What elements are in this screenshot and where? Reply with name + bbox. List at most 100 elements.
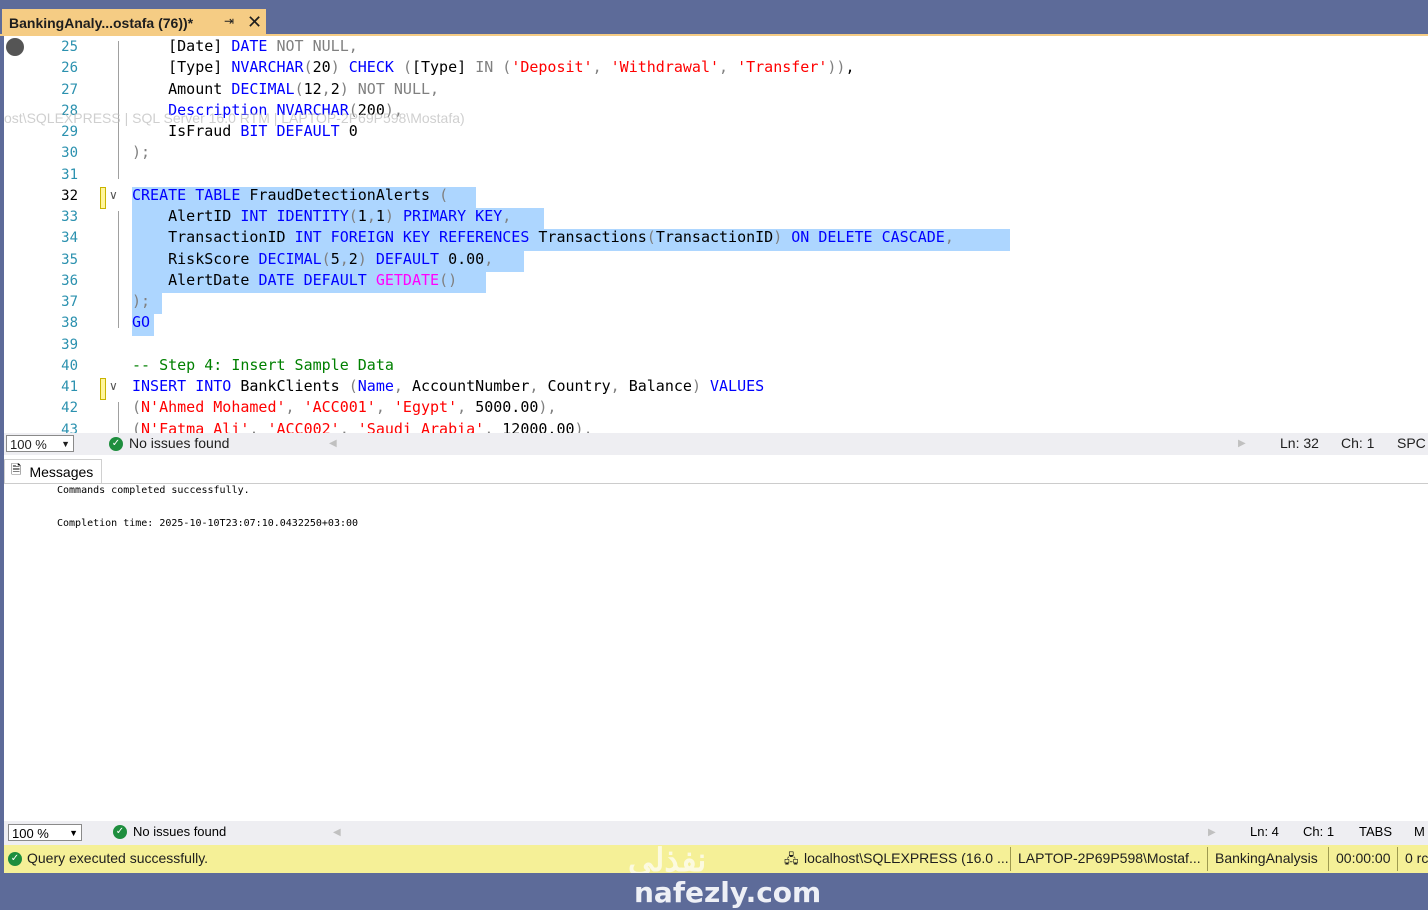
code-token: Balance <box>628 377 692 395</box>
code-token: IN ( <box>475 58 512 77</box>
line-number: 25 <box>61 39 78 55</box>
code-line[interactable]: TransactionID INT FOREIGN KEY REFERENCES… <box>132 228 954 246</box>
database-name: BankingAnalysis <box>1215 850 1318 866</box>
code-token: , <box>249 419 268 434</box>
issues-status[interactable]: No issues found <box>133 824 226 839</box>
user-name: LAPTOP-2P69P598\Mostaf... <box>1018 850 1201 866</box>
code-token: ), <box>574 419 593 434</box>
code-token: ( <box>132 419 142 434</box>
code-line[interactable]: (N'Ahmed Mohamed', 'ACC001', 'Egypt', 50… <box>132 398 556 416</box>
code-token: PRIMARY KEY <box>402 207 503 225</box>
code-token: [Type] <box>132 58 232 77</box>
zoom-select[interactable]: 100 % ▼ <box>8 824 82 841</box>
code-line[interactable]: RiskScore DECIMAL(5,2) DEFAULT 0.00, <box>132 250 493 268</box>
chevron-down-icon: ▼ <box>69 828 78 838</box>
code-token: DATE DEFAULT <box>258 270 376 289</box>
code-token: 'Saudi Arabia' <box>357 419 485 434</box>
scroll-left-icon[interactable]: ◀ <box>329 438 337 449</box>
scroll-right-icon[interactable]: ▶ <box>1208 827 1216 838</box>
line-number: 41 <box>61 379 78 395</box>
code-token: ( <box>646 228 656 247</box>
code-line[interactable]: CREATE TABLE FraudDetectionAlerts ( <box>132 186 448 204</box>
results-status-bar: 100 % ▼ ✓ No issues found ◀ ▶ Ln: 4 Ch: 1… <box>4 821 1428 845</box>
code-line[interactable]: INSERT INTO BankClients (Name, AccountNu… <box>132 377 764 395</box>
brand-watermark: nafezly.com <box>634 876 822 909</box>
code-line[interactable]: ); <box>132 143 150 161</box>
code-token: ( <box>439 185 449 204</box>
code-token: DEFAULT <box>375 249 449 268</box>
fold-chevron-icon[interactable]: ∨ <box>109 379 121 393</box>
document-tab-title: BankingAnaly...ostafa (76))* <box>9 15 194 31</box>
line-number: 43 <box>61 421 78 434</box>
code-token: 'Transfer' <box>737 58 828 77</box>
messages-tab-label: Messages <box>29 464 94 480</box>
code-token: , <box>719 58 738 77</box>
code-token: 'Withdrawal' <box>610 58 720 77</box>
code-token: , <box>457 398 476 417</box>
code-line[interactable]: ); <box>132 292 150 310</box>
code-token: , <box>484 249 494 268</box>
line-number: 37 <box>61 294 78 310</box>
code-token: Transactions <box>538 228 647 247</box>
line-number: 27 <box>61 81 78 98</box>
code-line[interactable]: [Date] DATE NOT NULL, <box>132 37 358 55</box>
code-token: 0.00 <box>448 249 485 268</box>
code-editor[interactable]: 25 [Date] DATE NOT NULL, 26 [Type] NVARCH… <box>4 36 1428 433</box>
code-token: 2 <box>348 249 358 268</box>
code-token: , <box>502 207 512 225</box>
document-tab[interactable]: BankingAnaly...ostafa (76))* ⇥ ✕ <box>2 9 266 35</box>
row-count: 0 rc <box>1405 850 1428 866</box>
code-token: [Type] <box>411 58 476 77</box>
code-token: TransactionID <box>132 228 295 247</box>
zoom-value: 100 % <box>12 826 49 841</box>
code-line[interactable]: AlertID INT IDENTITY(1,1) PRIMARY KEY, <box>132 207 511 225</box>
code-token: NVARCHAR <box>231 58 304 77</box>
code-token: 'Egypt' <box>393 398 458 417</box>
code-line[interactable]: (N'Fatma Ali', 'ACC002', 'Saudi Arabia',… <box>132 420 593 434</box>
breakpoint-icon[interactable] <box>6 38 24 56</box>
code-token: , <box>592 58 611 77</box>
code-token: Amount <box>132 79 232 98</box>
code-token: , <box>393 377 412 395</box>
scroll-left-icon[interactable]: ◀ <box>333 827 341 838</box>
code-token: GO <box>132 313 151 332</box>
code-token: ) <box>691 377 710 395</box>
code-token: , <box>339 419 358 434</box>
change-marker <box>100 378 106 400</box>
code-line[interactable]: AlertDate DATE DEFAULT GETDATE() <box>132 271 457 289</box>
code-token: ) <box>773 228 792 247</box>
code-token: Country <box>547 377 611 395</box>
code-token: 1 <box>375 207 385 225</box>
line-number: 38 <box>61 315 78 332</box>
issues-status[interactable]: No issues found <box>129 435 229 451</box>
fold-chevron-icon[interactable]: ∨ <box>109 188 121 202</box>
messages-tab[interactable]: 🗎 Messages <box>4 459 102 484</box>
code-token: ( <box>294 79 304 98</box>
code-token: ( <box>402 58 412 77</box>
check-circle-icon: ✓ <box>8 852 22 866</box>
code-token: [Date] <box>132 37 232 55</box>
code-token: 5 <box>330 249 340 268</box>
zoom-select[interactable]: 100 % ▼ <box>6 435 74 452</box>
code-token: 20 <box>312 58 331 77</box>
close-icon[interactable]: ✕ <box>247 11 262 33</box>
code-line[interactable]: -- Step 4: Insert Sample Data <box>132 356 394 374</box>
code-token: -- Step 4: Insert Sample Data <box>132 355 394 374</box>
scroll-right-icon[interactable]: ▶ <box>1238 438 1246 449</box>
message-line: Commands completed successfully. <box>57 485 250 496</box>
code-token: AlertID <box>132 207 241 225</box>
code-line[interactable]: Amount DECIMAL(12,2) NOT NULL, <box>132 80 439 98</box>
pin-icon[interactable]: ⇥ <box>224 14 234 28</box>
line-number: 33 <box>61 209 78 225</box>
code-line[interactable]: [Type] NVARCHAR(20) CHECK ([Type] IN ('D… <box>132 58 854 77</box>
fold-guide <box>118 402 119 433</box>
code-token: AccountNumber <box>411 377 530 395</box>
code-token: , <box>321 79 331 98</box>
code-line[interactable]: GO <box>132 313 150 331</box>
code-token: , <box>610 377 629 395</box>
code-token: , <box>484 419 503 434</box>
query-status-message: Query executed successfully. <box>27 850 209 866</box>
code-token: N'Fatma Ali' <box>141 419 250 434</box>
status-separator <box>1328 847 1329 871</box>
code-token: , <box>529 377 548 395</box>
